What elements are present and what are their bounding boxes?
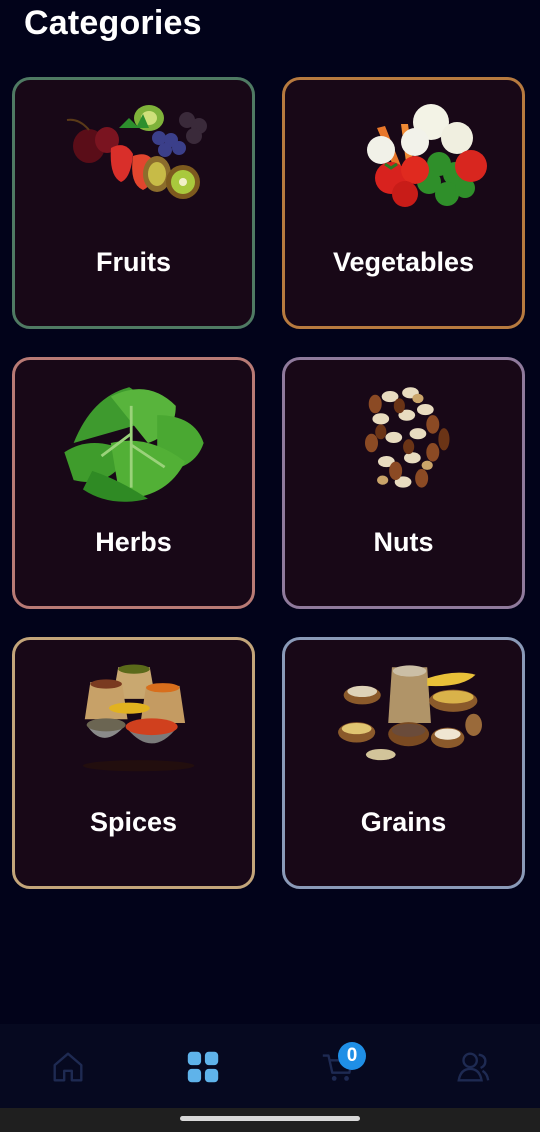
category-card-spices[interactable]: Spices	[12, 637, 255, 889]
category-label-vegetables: Vegetables	[332, 247, 475, 277]
category-label-nuts: Nuts	[373, 527, 434, 557]
cart-count-badge: 0	[338, 1042, 366, 1070]
page-title: Categories	[24, 4, 202, 42]
category-card-fruits[interactable]: Fruits	[12, 77, 255, 329]
grid-icon	[187, 1051, 219, 1083]
category-card-grains[interactable]: Grains	[282, 637, 525, 889]
nav-profile[interactable]	[448, 1042, 498, 1092]
category-label-spices: Spices	[89, 807, 178, 837]
category-card-herbs[interactable]: Herbs	[12, 357, 255, 609]
category-label-fruits: Fruits	[95, 247, 171, 277]
category-card-nuts[interactable]: Nuts	[282, 357, 525, 609]
category-label-grains: Grains	[360, 807, 447, 837]
bottom-navigation	[0, 1024, 540, 1108]
categories-screen: Categories Fruits Vegetables Herbs Nuts …	[0, 0, 540, 1132]
spices-image	[15, 658, 252, 788]
nav-home[interactable]	[43, 1042, 93, 1092]
fruits-image	[15, 98, 252, 228]
home-icon	[53, 1052, 83, 1082]
category-label-herbs: Herbs	[95, 527, 172, 557]
users-icon	[457, 1052, 490, 1082]
home-indicator[interactable]	[180, 1116, 360, 1121]
vegetables-image	[285, 98, 522, 228]
grains-image	[285, 658, 522, 788]
herbs-image	[15, 378, 252, 508]
nuts-image	[285, 378, 522, 508]
category-card-vegetables[interactable]: Vegetables	[282, 77, 525, 329]
nav-categories[interactable]	[178, 1042, 228, 1092]
